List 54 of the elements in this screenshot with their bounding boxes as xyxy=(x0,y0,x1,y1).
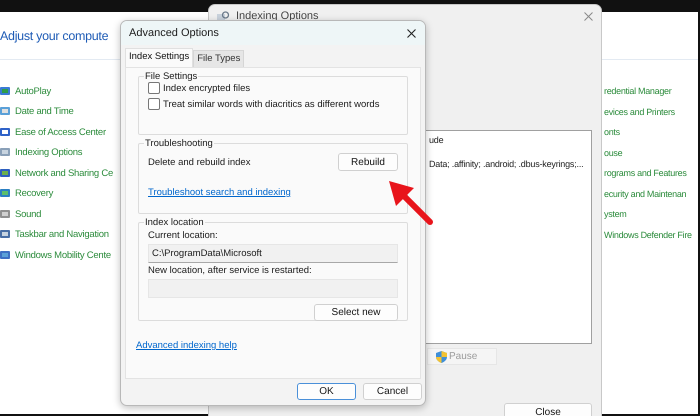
shield-icon xyxy=(436,350,447,362)
applet-icon xyxy=(0,208,11,220)
group-title: Troubleshooting xyxy=(144,138,214,149)
applet-link[interactable]: rograms and Features xyxy=(604,168,687,178)
help-link[interactable]: Advanced indexing help xyxy=(136,340,237,351)
applet-link[interactable]: ouse xyxy=(604,148,622,158)
applet-link[interactable]: evices and Printers xyxy=(604,106,675,117)
rebuild-button[interactable]: Rebuild xyxy=(338,153,398,171)
window-title: Indexing Options xyxy=(236,10,320,22)
applet-link[interactable]: AutoPlay xyxy=(15,86,52,97)
applet-link[interactable]: redential Manager xyxy=(604,86,672,96)
applet-link[interactable]: Ease of Access Center xyxy=(15,126,106,138)
select-new-button[interactable]: Select new xyxy=(314,304,398,321)
annotation-arrow xyxy=(386,178,436,228)
applet-link[interactable]: onts xyxy=(604,127,620,138)
page-heading: Adjust your compute xyxy=(0,28,108,42)
list-text: Data; .affinity; .android; .dbus-keyrings;... xyxy=(428,159,584,169)
dialog-title: Advanced Options xyxy=(129,27,219,39)
close-button[interactable]: Close xyxy=(504,402,592,416)
checkbox[interactable] xyxy=(148,98,160,110)
location-field: C:\ProgramData\Microsoft xyxy=(148,244,398,263)
applet-link[interactable]: ystem xyxy=(604,209,627,220)
applet-link[interactable]: Network and Sharing Ce xyxy=(15,168,113,179)
rebuild-label: Delete and rebuild index xyxy=(148,156,250,168)
applet-link[interactable]: Indexing Options xyxy=(15,147,82,158)
magnifier-icon xyxy=(217,10,230,22)
tab[interactable]: Index Settings xyxy=(125,48,194,67)
field-label: Current location: xyxy=(148,230,219,241)
troubleshoot-link[interactable]: Troubleshoot search and indexing xyxy=(148,187,291,198)
close-icon[interactable] xyxy=(407,28,416,38)
list-text: ude xyxy=(428,135,444,145)
dialog-button[interactable]: Cancel xyxy=(363,383,422,400)
field-label: New location, after service is restarted: xyxy=(148,265,313,276)
applet-icon xyxy=(0,168,11,179)
group-title: File Settings xyxy=(144,71,198,82)
checkbox-label[interactable]: Treat similar words with diacritics as different words xyxy=(163,98,380,110)
applet-icon xyxy=(0,229,11,240)
applet-link[interactable]: Taskbar and Navigation xyxy=(15,229,109,240)
applet-icon xyxy=(0,250,11,261)
group-title: Index location xyxy=(144,217,205,228)
applet-icon xyxy=(0,188,11,200)
applet-link[interactable]: Date and Time xyxy=(15,106,74,118)
applet-icon xyxy=(0,147,11,158)
applet-link[interactable]: Sound xyxy=(15,208,42,220)
applet-icon xyxy=(0,106,11,118)
checkbox[interactable] xyxy=(148,82,160,94)
dialog-button[interactable]: OK xyxy=(297,383,356,400)
applet-link[interactable]: ecurity and Maintenan xyxy=(604,188,686,199)
applet-icon xyxy=(0,86,11,97)
applet-link[interactable]: Recovery xyxy=(15,188,54,200)
tab[interactable]: File Types xyxy=(193,50,244,67)
applet-link[interactable]: Windows Defender Fire xyxy=(604,230,692,240)
applet-link[interactable]: Windows Mobility Cente xyxy=(15,250,111,261)
checkbox-label[interactable]: Index encrypted files xyxy=(163,82,250,94)
